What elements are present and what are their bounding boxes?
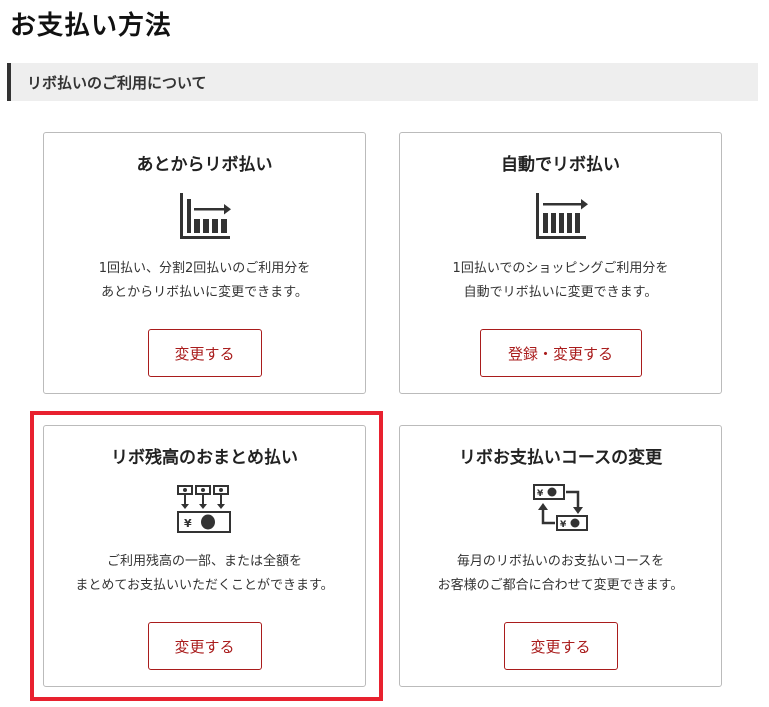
section-heading: リボ払いのご利用について [27,74,207,92]
card-title: リボお支払いコースの変更 [458,448,663,468]
card-title: あとからリボ払い [136,155,273,175]
svg-text:¥: ¥ [560,520,567,530]
card-description: 毎月のリボ払いのお支払いコースを お客様のご都合に合わせて変更できます。 [437,554,684,593]
change-button[interactable]: 変更する [147,329,262,377]
svg-text:¥: ¥ [537,489,544,499]
card-description: ご利用残高の一部、または全額を まとめてお支払いいただくことができます。 [75,554,334,593]
change-button[interactable]: 変更する [147,622,262,670]
bar-chart-arrow-icon [535,193,588,239]
card-auto-revo: 自動でリボ払い 1回払いでのショッピングご利用分を 自動でリボ払いに変更できます… [399,132,722,394]
exchange-bills-icon: ¥ ¥ [532,484,588,531]
card-description: 1回払いでのショッピングご利用分を 自動でリボ払いに変更できます。 [452,261,669,300]
card-title: リボ残高のおまとめ払い [111,448,298,468]
register-change-button[interactable]: 登録・変更する [479,329,642,377]
card-description: 1回払い、分割2回払いのご利用分を あとからリボ払いに変更できます。 [98,261,311,300]
consolidate-payments-icon: ¥ [176,485,231,533]
bar-chart-arrow-icon [179,193,231,239]
page-title: お支払い方法 [10,11,173,41]
section-heading-bar: リボ払いのご利用について [7,63,758,101]
card-revo-balance-consolidate: リボ残高のおまとめ払い ¥ ご利用残高の一部、または全額を まとめてお支払いいた… [43,425,366,687]
change-button[interactable]: 変更する [503,622,618,670]
card-atokara-revo: あとからリボ払い 1回払い、分割2回払いのご利用分を あとからリボ払いに変更でき… [43,132,366,394]
svg-text:¥: ¥ [184,517,192,530]
card-revo-course-change: リボお支払いコースの変更 ¥ ¥ 毎月のリボ払いのお支払いコースを お客様のご都… [399,425,722,687]
card-title: 自動でリボ払い [501,155,620,175]
